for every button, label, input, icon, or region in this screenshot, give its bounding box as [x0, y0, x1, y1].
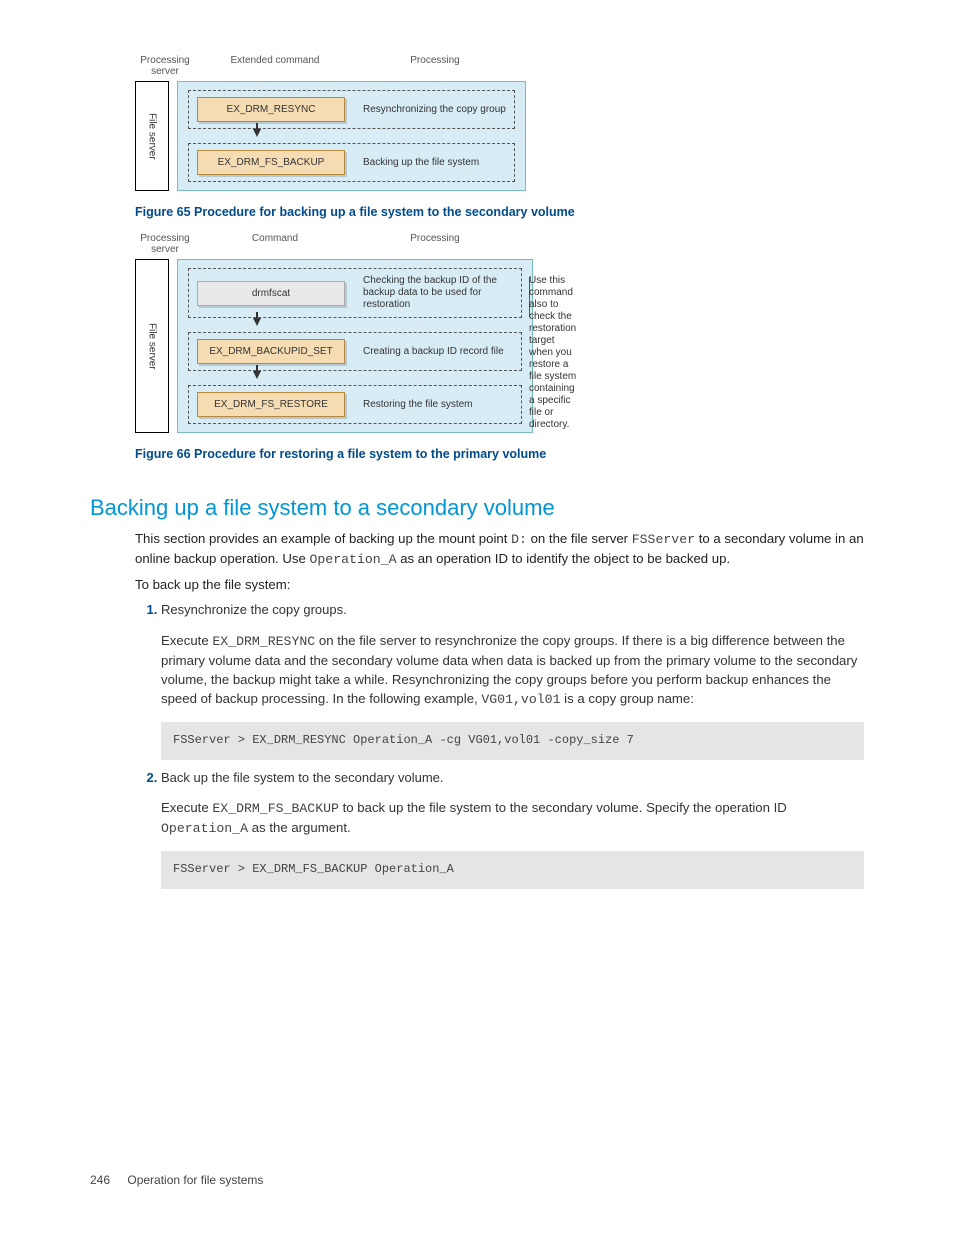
operation-id: Operation_A [309, 552, 396, 567]
step-row: EX_DRM_BACKUPID_SET Creating a backup ID… [188, 332, 522, 371]
arrow [188, 129, 515, 143]
text: Execute [161, 633, 212, 648]
step-body: Execute EX_DRM_RESYNC on the file server… [161, 631, 864, 760]
figure-65-diagram: Processing server Extended command Proce… [135, 55, 864, 191]
command-name: EX_DRM_RESYNC [212, 634, 315, 649]
diagram-body: File server EX_DRM_RESYNC Resynchronizin… [135, 81, 864, 191]
file-server-label: File server [135, 259, 169, 433]
arrow [188, 371, 522, 385]
cmd-box: EX_DRM_RESYNC [197, 97, 345, 122]
page: Processing server Extended command Proce… [0, 0, 954, 1235]
cmd-box: EX_DRM_FS_RESTORE [197, 392, 345, 417]
step-1: Resynchronize the copy groups. Execute E… [161, 602, 864, 759]
text: to back up the file system to the second… [339, 800, 787, 815]
proc-text: Checking the backup ID of the backup dat… [363, 275, 513, 311]
step-2: Back up the file system to the secondary… [161, 770, 864, 889]
code-block: FSServer > EX_DRM_FS_BACKUP Operation_A [161, 851, 864, 888]
text: as an operation ID to identify the objec… [397, 551, 731, 566]
section-heading: Backing up a file system to a secondary … [90, 495, 864, 521]
steps-list: Resynchronize the copy groups. Execute E… [135, 602, 864, 888]
text: is a copy group name: [561, 691, 694, 706]
cmd-box: EX_DRM_FS_BACKUP [197, 150, 345, 175]
header-command: Command [195, 233, 355, 255]
page-number: 246 [90, 1173, 110, 1187]
server-name: FSServer [632, 532, 695, 547]
step-row: EX_DRM_FS_RESTORE Restoring the file sys… [188, 385, 522, 424]
diagram-headers: Processing server Extended command Proce… [135, 55, 864, 77]
page-footer: 246 Operation for file systems [90, 1173, 263, 1187]
text: Execute [161, 800, 212, 815]
text: as the argument. [248, 820, 351, 835]
flow-region: EX_DRM_RESYNC Resynchronizing the copy g… [177, 81, 526, 191]
proc-text: Creating a backup ID record file [363, 346, 504, 358]
header-processing-server: Processing server [135, 55, 195, 77]
proc-text: Backing up the file system [363, 157, 479, 169]
step-row: EX_DRM_RESYNC Resynchronizing the copy g… [188, 90, 515, 129]
figure-66-diagram: Processing server Command Processing Fil… [135, 233, 864, 433]
step-title: Back up the file system to the secondary… [161, 770, 444, 785]
step-title: Resynchronize the copy groups. [161, 602, 347, 617]
copy-group-name: VG01,vol01 [481, 692, 560, 707]
proc-text: Resynchronizing the copy group [363, 104, 506, 116]
diagram-body: File server drmfscat Checking the backup… [135, 259, 864, 433]
mount-point: D: [511, 532, 527, 547]
step-body: Execute EX_DRM_FS_BACKUP to back up the … [161, 798, 864, 889]
header-processing-server: Processing server [135, 233, 195, 255]
diagram-headers: Processing server Command Processing [135, 233, 864, 255]
header-command: Extended command [195, 55, 355, 77]
text: This section provides an example of back… [135, 531, 511, 546]
figure-66-caption: Figure 66 Procedure for restoring a file… [135, 447, 864, 461]
proc-text: Restoring the file system [363, 399, 473, 411]
header-processing: Processing [355, 233, 515, 255]
operation-id: Operation_A [161, 821, 248, 836]
command-name: EX_DRM_FS_BACKUP [212, 801, 339, 816]
step-row: EX_DRM_FS_BACKUP Backing up the file sys… [188, 143, 515, 182]
side-note: Use this command also to check the resto… [529, 275, 576, 431]
header-processing: Processing [355, 55, 515, 77]
file-server-label: File server [135, 81, 169, 191]
footer-title: Operation for file systems [127, 1173, 263, 1187]
text: on the file server [527, 531, 632, 546]
flow-region: drmfscat Checking the backup ID of the b… [177, 259, 533, 433]
code-block: FSServer > EX_DRM_RESYNC Operation_A -cg… [161, 722, 864, 759]
intro-paragraph: This section provides an example of back… [135, 529, 864, 594]
cmd-box: EX_DRM_BACKUPID_SET [197, 339, 345, 364]
figure-65-caption: Figure 65 Procedure for backing up a fil… [135, 205, 864, 219]
cmd-box: drmfscat [197, 281, 345, 306]
step-row: drmfscat Checking the backup ID of the b… [188, 268, 522, 318]
lead-text: To back up the file system: [135, 575, 864, 594]
arrow [188, 318, 522, 332]
